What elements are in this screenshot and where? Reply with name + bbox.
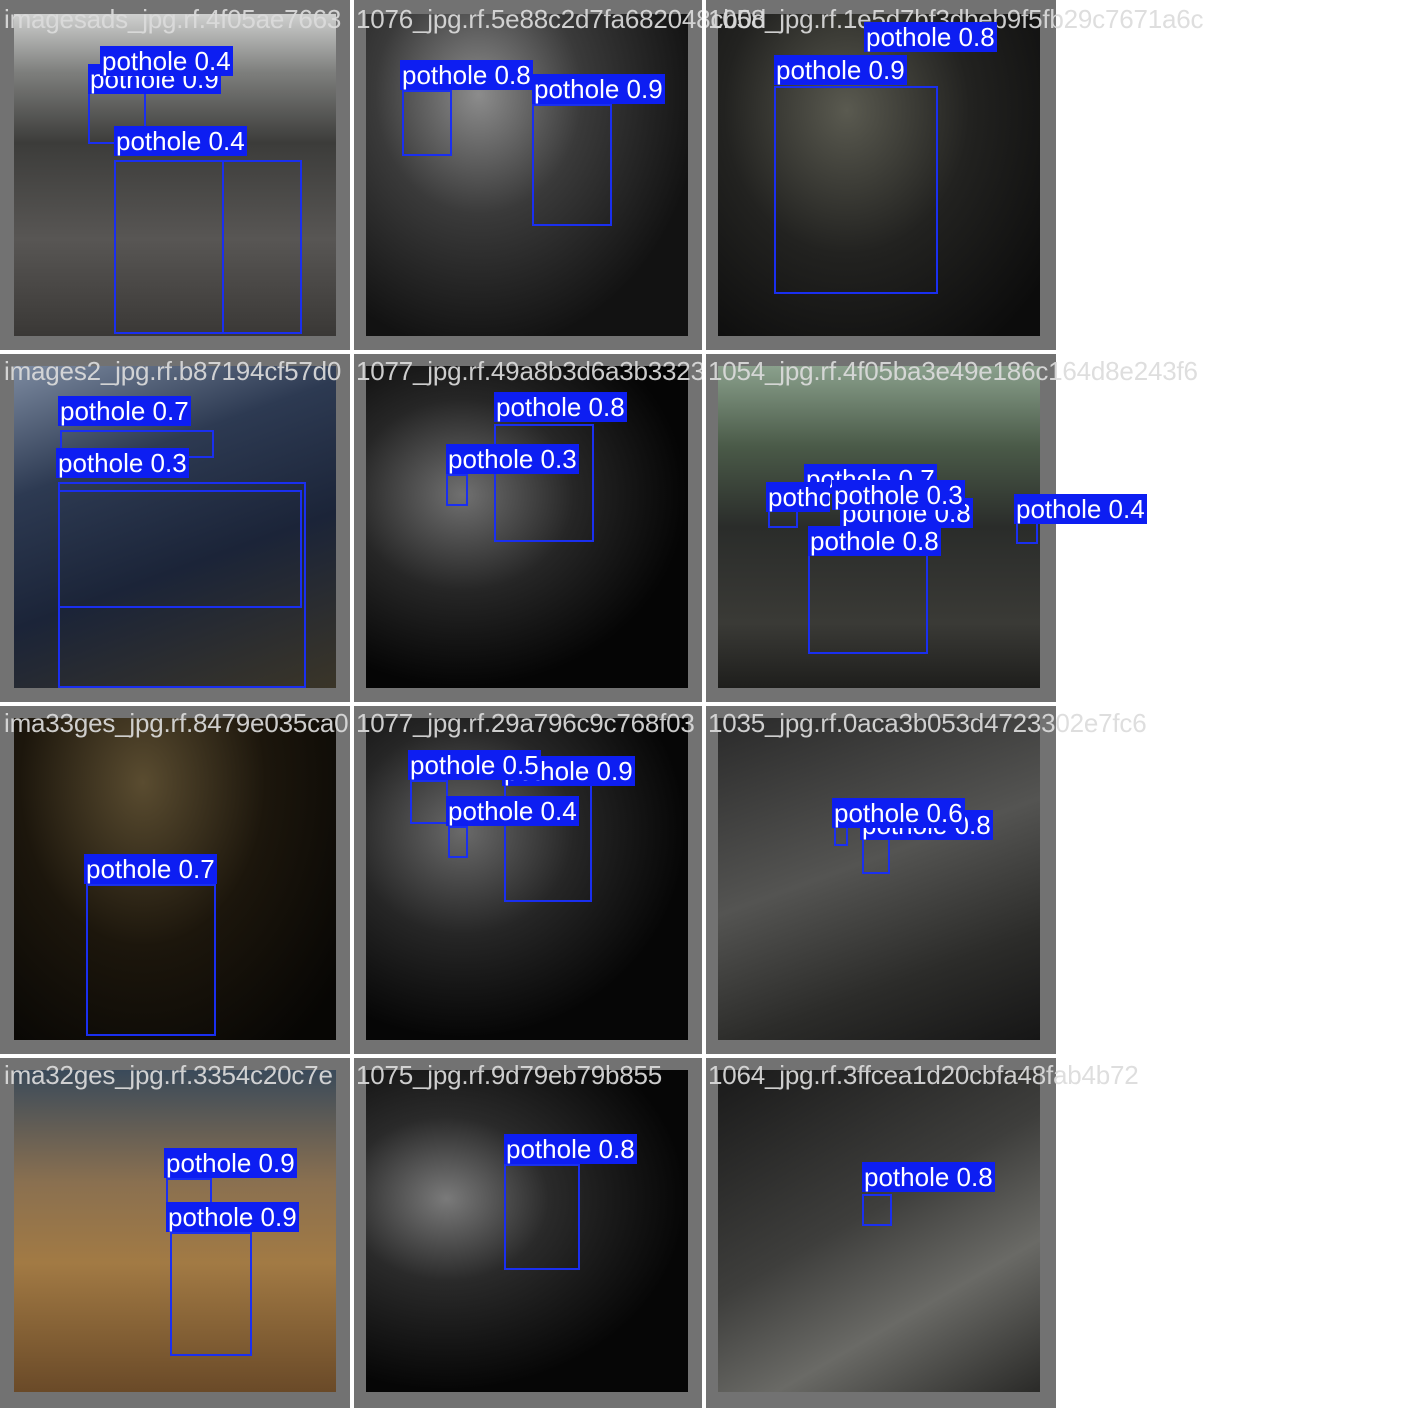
tile-11[interactable]: 1075_jpg.rf.9d79eb79b855 pothole 0.8 — [352, 1056, 704, 1408]
tile-3[interactable]: 1058_jpg.rf.1e5d7bf3dbeb9f5fb29c7671a6c … — [704, 0, 1204, 352]
tile-filename: 1077_jpg.rf.49a8b3d6a3b3323 — [356, 356, 705, 386]
tile-filename: 1054_jpg.rf.4f05ba3e49e186c164d8e243f6 — [708, 356, 1198, 386]
bbox-label: pothole 0.9 — [166, 1202, 299, 1232]
bbox-label: pothole 0.3 — [832, 480, 965, 510]
tile-7[interactable]: ima33ges_jpg.rf.8479e035ca0 pothole 0.7 — [0, 704, 352, 1056]
bbox-label: pothole 0.8 — [808, 526, 941, 556]
tile-filename: 1075_jpg.rf.9d79eb79b855 — [356, 1060, 663, 1090]
bbox — [862, 838, 890, 874]
bbox — [504, 1164, 580, 1270]
bbox — [170, 1232, 252, 1356]
grid-separator — [0, 1054, 1056, 1058]
bbox-label: pothole 0.8 — [766, 482, 830, 512]
tile-filename: images2_jpg.rf.b87194cf57d0 — [4, 356, 342, 386]
tile-8[interactable]: 1077_jpg.rf.29a796c9c768f03 pothole 0.9 … — [352, 704, 704, 1056]
bbox-label: pothole 0.5 — [408, 750, 541, 780]
bbox — [446, 474, 468, 506]
bbox-label: pothole 0.9 — [532, 74, 665, 104]
bbox — [768, 510, 798, 528]
bbox — [448, 826, 468, 858]
bbox — [410, 780, 448, 824]
bbox-label: pothole 0.4 — [446, 796, 579, 826]
bbox-label: pothole 0.4 — [1014, 494, 1147, 524]
tile-5[interactable]: 1077_jpg.rf.49a8b3d6a3b3323 pothole 0.8 … — [352, 352, 705, 704]
tile-filename: 1077_jpg.rf.29a796c9c768f03 — [356, 708, 695, 738]
bbox-label: pothole 0.7 — [84, 854, 217, 884]
bbox-label: pothole 0.3 — [446, 444, 579, 474]
bbox — [222, 160, 302, 334]
bbox-label: pothole 0.4 — [114, 126, 247, 156]
bbox-label: pothole 0.4 — [100, 46, 233, 76]
bbox-label: pothole 0.6 — [832, 798, 965, 828]
bbox-label: pothole 0.7 — [58, 396, 191, 426]
tile-4[interactable]: images2_jpg.rf.b87194cf57d0 pothole 0.7 … — [0, 352, 352, 704]
bbox — [86, 884, 216, 1036]
bbox — [58, 490, 302, 608]
bbox-label: pothole 0.8 — [862, 1162, 995, 1192]
tile-filename: ima33ges_jpg.rf.8479e035ca0 — [4, 708, 349, 738]
tile-filename: 1064_jpg.rf.3ffcea1d20cbfa48fab4b72 — [708, 1060, 1139, 1090]
tile-photo — [718, 718, 1040, 1040]
tile-filename: imagesads_jpg.rf.4f05ae7663 — [4, 4, 342, 34]
tile-12[interactable]: 1064_jpg.rf.3ffcea1d20cbfa48fab4b72 poth… — [704, 1056, 1139, 1408]
bbox-label: pothole 0.8 — [864, 22, 997, 52]
bbox — [494, 424, 594, 542]
bbox-label: pothole 0.3 — [56, 448, 189, 478]
bbox-label: pothole 0.9 — [774, 55, 907, 85]
bbox — [808, 552, 928, 654]
grid-separator — [0, 350, 1056, 354]
tile-filename: 1035_jpg.rf.0aca3b053d4723302e7fc6 — [708, 708, 1147, 738]
tile-filename: ima32ges_jpg.rf.3354c20c7e — [4, 1060, 333, 1090]
tile-1[interactable]: imagesads_jpg.rf.4f05ae7663 pothole 0.9 … — [0, 0, 352, 352]
bbox — [774, 86, 938, 294]
tile-6[interactable]: 1054_jpg.rf.4f05ba3e49e186c164d8e243f6 p… — [704, 352, 1198, 704]
grid-separator — [0, 702, 1056, 706]
bbox-label: pothole 0.8 — [504, 1134, 637, 1164]
bbox — [862, 1194, 892, 1226]
tile-2[interactable]: 1076_jpg.rf.5e88c2d7fa682048cb0d pothole… — [352, 0, 766, 352]
detection-grid: imagesads_jpg.rf.4f05ae7663 pothole 0.9 … — [0, 0, 1408, 1408]
tile-10[interactable]: ima32ges_jpg.rf.3354c20c7e pothole 0.9 p… — [0, 1056, 352, 1408]
bbox — [402, 90, 452, 156]
bbox-label: pothole 0.8 — [494, 392, 627, 422]
bbox-label: pothole 0.9 — [164, 1148, 297, 1178]
bbox-label: pothole 0.8 — [400, 60, 533, 90]
tile-9[interactable]: 1035_jpg.rf.0aca3b053d4723302e7fc6 potho… — [704, 704, 1147, 1056]
bbox — [532, 104, 612, 226]
bbox — [834, 826, 848, 846]
tile-photo — [718, 1070, 1040, 1392]
